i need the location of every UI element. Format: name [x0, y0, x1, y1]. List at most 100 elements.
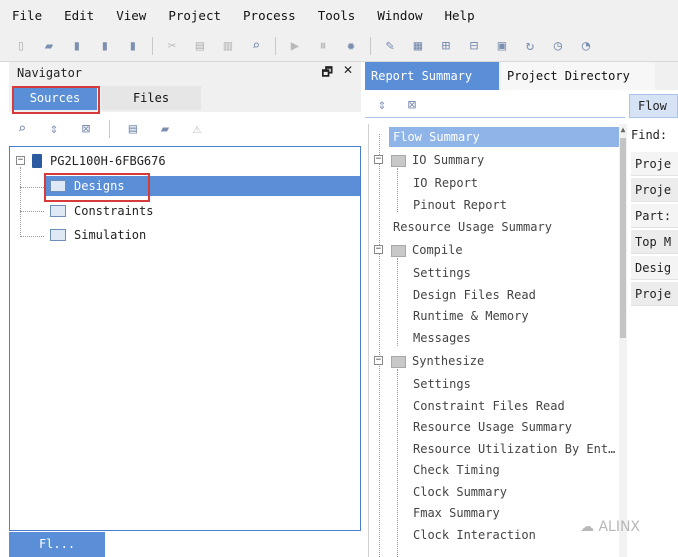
menu-view[interactable]: View — [116, 8, 146, 23]
project-device-label: PG2L100H-6FBG676 — [50, 154, 166, 168]
folder-icon — [391, 154, 406, 167]
chip-icon[interactable]: ▣ — [493, 37, 511, 55]
find-icon[interactable]: ⌕ — [247, 37, 265, 55]
report-tree: Flow Summary − IO Summary IO Report Pino… — [368, 124, 621, 557]
report-item-settings[interactable]: Settings — [413, 374, 471, 394]
watermark: ☁ ALINX — [580, 519, 640, 535]
navigator-tabs: Sources Files — [9, 84, 361, 112]
tree-connector — [20, 236, 44, 237]
tab-report-summary[interactable]: Report Summary — [365, 62, 499, 90]
tab-flow[interactable]: Flow — [629, 94, 678, 118]
tree-connector — [397, 168, 398, 212]
report-group-label: Compile — [412, 243, 463, 257]
save-all-icon[interactable]: ▮ — [96, 37, 114, 55]
menu-edit[interactable]: Edit — [64, 8, 94, 23]
pause-icon[interactable]: ⏸ — [314, 37, 332, 55]
save-icon[interactable]: ▮ — [68, 37, 86, 55]
copy-icon[interactable]: ▤ — [191, 37, 209, 55]
clock-icon[interactable]: ◷ — [549, 37, 567, 55]
constraints-file-icon — [50, 205, 66, 217]
search-icon[interactable]: ⌕ — [13, 120, 31, 138]
report-item-fmax-summary[interactable]: Fmax Summary — [413, 503, 500, 523]
collapse-toggle-icon[interactable]: − — [374, 356, 383, 365]
close-icon[interactable]: ✕ — [343, 63, 353, 84]
scroll-thumb[interactable] — [620, 138, 626, 338]
menu-process[interactable]: Process — [243, 8, 296, 23]
table-row: Desig — [631, 256, 678, 280]
tree-item-constraints[interactable]: Constraints — [50, 201, 153, 221]
collapse-toggle-icon[interactable]: − — [374, 155, 383, 164]
tree-connector — [397, 369, 398, 557]
collapse-all-icon[interactable]: ⊠ — [77, 120, 95, 138]
device-chip-icon — [32, 154, 42, 168]
open-folder-icon[interactable]: ▰ — [40, 37, 58, 55]
menu-bar: File Edit View Project Process Tools Win… — [0, 0, 678, 30]
report-item-flow-summary[interactable]: Flow Summary — [389, 127, 621, 147]
tree-connector — [379, 134, 380, 557]
report-tree-scrollbar[interactable]: ▲ — [619, 124, 627, 557]
schematic-icon[interactable]: ⊞ — [437, 37, 455, 55]
collapse-all-icon[interactable]: ⊠ — [403, 96, 421, 114]
menu-file[interactable]: File — [12, 8, 42, 23]
expand-all-icon[interactable]: ⇕ — [373, 96, 391, 114]
tree-item-label: Simulation — [74, 228, 147, 242]
run-icon[interactable]: ▶ — [286, 37, 304, 55]
report-item-resource-usage-summary[interactable]: Resource Usage Summary — [413, 417, 572, 437]
report-item-constraint-files-read[interactable]: Constraint Files Read — [413, 396, 565, 416]
menu-tools[interactable]: Tools — [318, 8, 356, 23]
settings-icon[interactable]: ✹ — [342, 37, 360, 55]
report-group-io-summary[interactable]: IO Summary — [391, 150, 484, 170]
wechat-icon: ☁ — [580, 519, 599, 535]
warning-icon[interactable]: ⚠ — [188, 120, 206, 138]
report-item-clock-interaction[interactable]: Clock Interaction — [413, 525, 536, 545]
report-group-label: Synthesize — [412, 354, 485, 368]
refresh-icon[interactable]: ↻ — [521, 37, 539, 55]
report-item-runtime-memory[interactable]: Runtime & Memory — [413, 306, 529, 326]
float-panel-icon[interactable]: 🗗 — [322, 63, 333, 84]
report-item-resource-utilization[interactable]: Resource Utilization By Ent… — [413, 439, 615, 459]
menu-project[interactable]: Project — [168, 8, 221, 23]
paste-icon[interactable]: ▥ — [219, 37, 237, 55]
save-as-icon[interactable]: ▮ — [124, 37, 142, 55]
network-icon[interactable]: ⊟ — [465, 37, 483, 55]
collapse-toggle-icon[interactable]: − — [374, 245, 383, 254]
tree-item-designs[interactable]: Designs — [44, 176, 360, 196]
tree-item-simulation[interactable]: Simulation — [50, 225, 146, 245]
expand-all-icon[interactable]: ⇕ — [45, 120, 63, 138]
tree-connector — [397, 258, 398, 346]
collapse-toggle-icon[interactable]: − — [16, 156, 25, 165]
report-item-design-files-read[interactable]: Design Files Read — [413, 285, 536, 305]
scroll-up-icon[interactable]: ▲ — [619, 124, 627, 136]
tree-connector — [20, 187, 44, 188]
report-icon[interactable]: ▦ — [409, 37, 427, 55]
report-group-label: IO Summary — [412, 153, 485, 167]
toolbar-separator — [370, 36, 371, 55]
more-icon[interactable]: ◔ — [577, 37, 595, 55]
navigator-title: Navigator — [17, 66, 83, 80]
tab-flow-bottom[interactable]: Fl... — [9, 532, 105, 557]
main-toolbar: ▯ ▰ ▮ ▮ ▮ ✂ ▤ ▥ ⌕ ▶ ⏸ ✹ ✎ ▦ ⊞ ⊟ ▣ ↻ ◷ ◔ — [0, 30, 678, 62]
tab-project-directory[interactable]: Project Directory — [501, 62, 655, 90]
toolbar-separator — [152, 36, 153, 55]
report-item-resource-usage-summary[interactable]: Resource Usage Summary — [393, 217, 552, 237]
sources-tree: − PG2L100H-6FBG676 Designs Constraints S… — [9, 146, 361, 531]
menu-window[interactable]: Window — [377, 8, 422, 23]
report-item-clock-summary[interactable]: Clock Summary — [413, 482, 507, 502]
new-file-icon[interactable]: ▯ — [12, 37, 30, 55]
table-row: Part: — [631, 204, 678, 228]
report-group-synthesize[interactable]: Synthesize — [391, 351, 484, 371]
menu-help[interactable]: Help — [445, 8, 475, 23]
tab-files[interactable]: Files — [101, 86, 201, 110]
ip-icon[interactable]: ▤ — [124, 120, 142, 138]
report-item-messages[interactable]: Messages — [413, 328, 471, 348]
tab-sources[interactable]: Sources — [13, 86, 97, 110]
report-item-io-report[interactable]: IO Report — [413, 173, 478, 193]
report-item-pinout-report[interactable]: Pinout Report — [413, 195, 507, 215]
cut-icon[interactable]: ✂ — [163, 37, 181, 55]
add-file-icon[interactable]: ▰ — [156, 120, 174, 138]
edit-icon[interactable]: ✎ — [381, 37, 399, 55]
report-item-check-timing[interactable]: Check Timing — [413, 460, 500, 480]
report-item-settings[interactable]: Settings — [413, 263, 471, 283]
report-group-compile[interactable]: Compile — [391, 240, 463, 260]
tree-project-node[interactable]: PG2L100H-6FBG676 — [32, 151, 166, 171]
